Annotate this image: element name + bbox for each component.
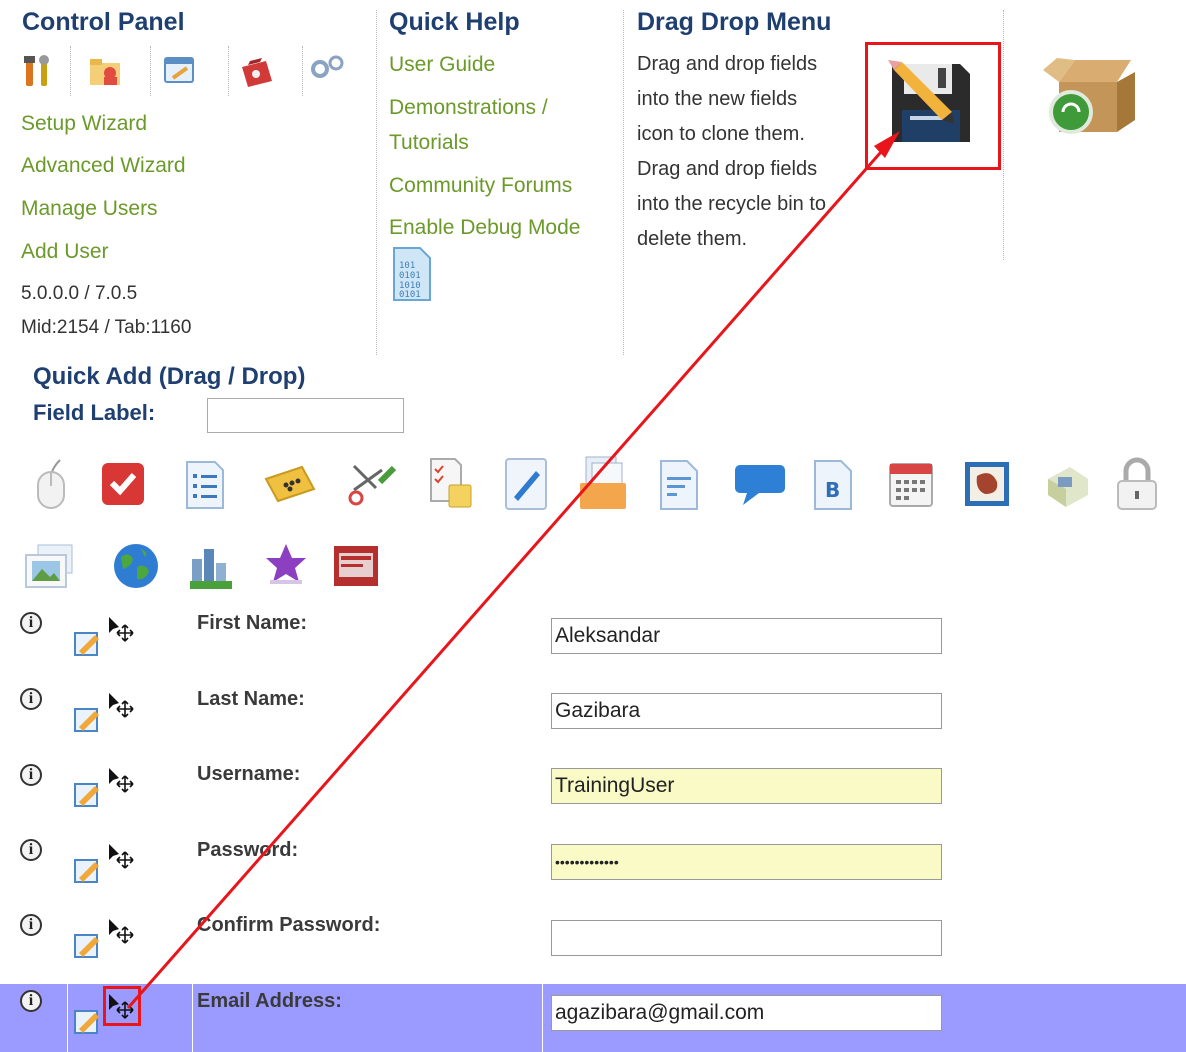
first-name-input[interactable]: Aleksandar bbox=[551, 618, 942, 654]
checkbox-icon[interactable] bbox=[96, 459, 150, 509]
scissors-icon[interactable] bbox=[344, 459, 400, 509]
new-field-icon-highlight bbox=[865, 42, 1001, 170]
info-icon[interactable]: i bbox=[20, 914, 42, 936]
community-forums-link[interactable]: Community Forums bbox=[389, 174, 572, 198]
city-buildings-icon[interactable] bbox=[184, 540, 240, 592]
quick-help-title: Quick Help bbox=[389, 8, 520, 36]
move-handle-icon[interactable] bbox=[104, 765, 138, 797]
recycle-bin-icon[interactable] bbox=[1035, 52, 1143, 140]
username-input[interactable]: TrainingUser bbox=[551, 768, 942, 804]
move-handle-highlight bbox=[103, 986, 141, 1026]
toolbox-icon[interactable] bbox=[234, 52, 276, 92]
email-address-input[interactable]: agazibara@gmail.com bbox=[551, 995, 942, 1031]
move-handle-icon[interactable] bbox=[104, 614, 138, 646]
gears-icon[interactable] bbox=[308, 50, 348, 86]
user-guide-link[interactable]: User Guide bbox=[389, 53, 495, 77]
checklist-icon[interactable] bbox=[425, 456, 475, 512]
demonstrations-link[interactable]: Demonstrations / bbox=[389, 96, 548, 120]
edit-pencil-icon[interactable] bbox=[72, 855, 102, 885]
drag-drop-instruction-line: into the recycle bin to bbox=[637, 193, 826, 215]
info-icon[interactable]: i bbox=[20, 612, 42, 634]
svg-text:B: B bbox=[825, 478, 840, 502]
svg-text:0101: 0101 bbox=[399, 271, 421, 281]
window-wizard-icon[interactable] bbox=[160, 52, 200, 92]
field-label: Username: bbox=[197, 763, 301, 785]
users-folder-icon[interactable] bbox=[86, 52, 126, 92]
text-document-icon[interactable] bbox=[654, 458, 704, 512]
tools-icon[interactable] bbox=[20, 52, 56, 92]
field-label: Last Name: bbox=[197, 688, 305, 710]
advanced-wizard-link[interactable]: Advanced Wizard bbox=[21, 154, 186, 178]
control-panel-title: Control Panel bbox=[22, 8, 185, 36]
version-text: 5.0.0.0 / 7.0.5 bbox=[21, 283, 138, 304]
field-label: Password: bbox=[197, 839, 299, 861]
ticket-icon[interactable] bbox=[260, 459, 320, 509]
svg-text:101: 101 bbox=[399, 261, 415, 271]
svg-text:0101: 0101 bbox=[399, 290, 421, 300]
confirm-password-input[interactable] bbox=[551, 920, 942, 956]
move-handle-icon[interactable] bbox=[104, 916, 138, 948]
field-label: First Name: bbox=[197, 612, 308, 634]
edit-pencil-icon[interactable] bbox=[72, 930, 102, 960]
drag-drop-instruction-line: delete them. bbox=[637, 228, 748, 250]
numbered-list-icon[interactable] bbox=[180, 459, 230, 511]
setup-wizard-link[interactable]: Setup Wizard bbox=[21, 112, 147, 136]
field-label: Confirm Password: bbox=[197, 914, 381, 936]
edit-pencil-icon[interactable] bbox=[72, 628, 102, 658]
drag-drop-instruction-line: Drag and drop fields bbox=[637, 158, 818, 180]
edit-pencil-icon[interactable] bbox=[72, 704, 102, 734]
field-label-caption: Field Label: bbox=[33, 400, 156, 425]
move-handle-icon[interactable] bbox=[104, 690, 138, 722]
drag-drop-instruction-line: into the new fields bbox=[637, 88, 798, 110]
edit-pencil-icon[interactable] bbox=[72, 779, 102, 809]
last-name-input[interactable]: Gazibara bbox=[551, 693, 942, 729]
manage-users-link[interactable]: Manage Users bbox=[21, 197, 158, 221]
info-icon[interactable]: i bbox=[20, 764, 42, 786]
tutorials-link[interactable]: Tutorials bbox=[389, 131, 469, 155]
lock-icon[interactable] bbox=[1112, 456, 1162, 512]
image-stamp-icon[interactable] bbox=[962, 458, 1012, 510]
folder-stack-icon[interactable] bbox=[574, 454, 630, 512]
binary-file-icon[interactable]: 101 0101 1010 0101 bbox=[388, 245, 436, 303]
drag-drop-instruction-line: Drag and drop fields bbox=[637, 53, 818, 75]
drag-drop-menu-title: Drag Drop Menu bbox=[637, 8, 832, 36]
module-tab-ids: Mid:2154 / Tab:1160 bbox=[21, 317, 192, 338]
banner-image-icon[interactable] bbox=[330, 542, 382, 590]
image-field-icon[interactable] bbox=[22, 542, 84, 592]
field-label: Email Address: bbox=[197, 990, 342, 1012]
add-user-link[interactable]: Add User bbox=[21, 240, 109, 264]
star-icon[interactable] bbox=[262, 538, 310, 590]
info-icon[interactable]: i bbox=[20, 839, 42, 861]
move-handle-icon[interactable] bbox=[104, 841, 138, 873]
bold-document-icon[interactable]: B bbox=[808, 458, 858, 512]
globe-icon[interactable] bbox=[110, 540, 162, 592]
calendar-icon[interactable] bbox=[884, 456, 938, 512]
drag-drop-instruction-line: icon to clone them. bbox=[637, 123, 805, 145]
enable-debug-mode-link[interactable]: Enable Debug Mode bbox=[389, 216, 580, 240]
edit-text-icon[interactable] bbox=[500, 456, 552, 512]
field-label-input[interactable] bbox=[207, 398, 404, 433]
info-icon[interactable]: i bbox=[20, 990, 42, 1012]
quick-add-title: Quick Add (Drag / Drop) bbox=[33, 363, 306, 390]
comment-icon[interactable] bbox=[732, 459, 788, 509]
password-input[interactable]: ••••••••••••• bbox=[551, 844, 942, 880]
edit-pencil-icon[interactable] bbox=[72, 1006, 102, 1036]
info-icon[interactable]: i bbox=[20, 688, 42, 710]
hidden-field-icon[interactable] bbox=[1040, 459, 1094, 511]
mouse-icon[interactable] bbox=[25, 456, 75, 512]
